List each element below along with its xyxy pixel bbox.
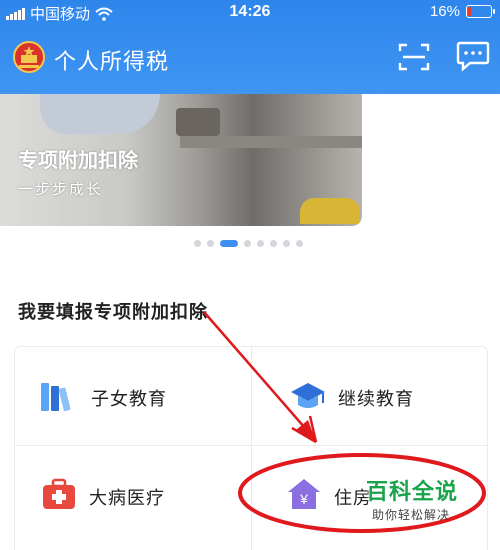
app-header: 中国移动 14:26 16% 个人所得税 bbox=[0, 0, 500, 94]
carousel-dot-active[interactable] bbox=[219, 240, 238, 247]
grid-item-children-education[interactable]: 子女教育 bbox=[15, 347, 251, 445]
carousel-indicator bbox=[0, 240, 500, 247]
scan-icon[interactable] bbox=[398, 42, 430, 72]
grid-item-serious-illness[interactable]: 大病医疗 bbox=[15, 446, 251, 544]
status-right: 16% bbox=[429, 3, 495, 20]
promo-banner[interactable]: 专项附加扣除 一步步成长 bbox=[0, 94, 362, 226]
banner-photo-shelf bbox=[180, 136, 362, 148]
banner-photo-cup bbox=[176, 108, 220, 136]
section-title: 我要填报专项附加扣除 bbox=[18, 302, 208, 322]
medical-kit-icon bbox=[43, 478, 75, 509]
baike-watermark: 百科全说 助你轻松解决 bbox=[346, 468, 488, 530]
grid-item-label: 继续教育 bbox=[338, 389, 414, 409]
app-title: 个人所得税 bbox=[54, 49, 170, 74]
svg-text:¥: ¥ bbox=[299, 491, 308, 507]
grid-item-continuing-education[interactable]: 继续教育 bbox=[252, 347, 488, 445]
grid-item-label: 子女教育 bbox=[91, 389, 167, 409]
status-bar: 中国移动 14:26 16% bbox=[0, 0, 500, 26]
carousel-dot[interactable] bbox=[243, 240, 251, 247]
watermark-title: 百科全说 bbox=[366, 479, 459, 504]
battery-percent: 16% bbox=[429, 3, 460, 20]
status-time: 14:26 bbox=[229, 3, 271, 20]
banner-subtitle: 一步步成长 bbox=[18, 181, 104, 198]
carousel-dot[interactable] bbox=[193, 240, 201, 247]
carousel-dot[interactable] bbox=[269, 240, 277, 247]
grid-item-label: 大病医疗 bbox=[89, 488, 165, 508]
banner-photo-arm bbox=[40, 94, 160, 134]
house-yuan-icon: ¥ bbox=[288, 479, 320, 509]
title-bar: 个人所得税 bbox=[0, 36, 500, 82]
banner-photo-lemons bbox=[300, 198, 360, 224]
carousel-dot[interactable] bbox=[295, 240, 303, 247]
national-emblem-icon bbox=[13, 41, 45, 73]
battery-fill bbox=[468, 7, 471, 16]
carousel-dot[interactable] bbox=[256, 240, 264, 247]
carousel-dot[interactable] bbox=[206, 240, 214, 247]
banner-title: 专项附加扣除 bbox=[18, 150, 138, 172]
graduation-cap-icon bbox=[291, 383, 325, 408]
books-icon bbox=[41, 383, 71, 412]
battery-icon bbox=[466, 5, 495, 18]
carousel-dot[interactable] bbox=[282, 240, 290, 247]
message-icon[interactable] bbox=[456, 40, 490, 72]
watermark-subtitle: 助你轻松解决 bbox=[372, 508, 451, 522]
